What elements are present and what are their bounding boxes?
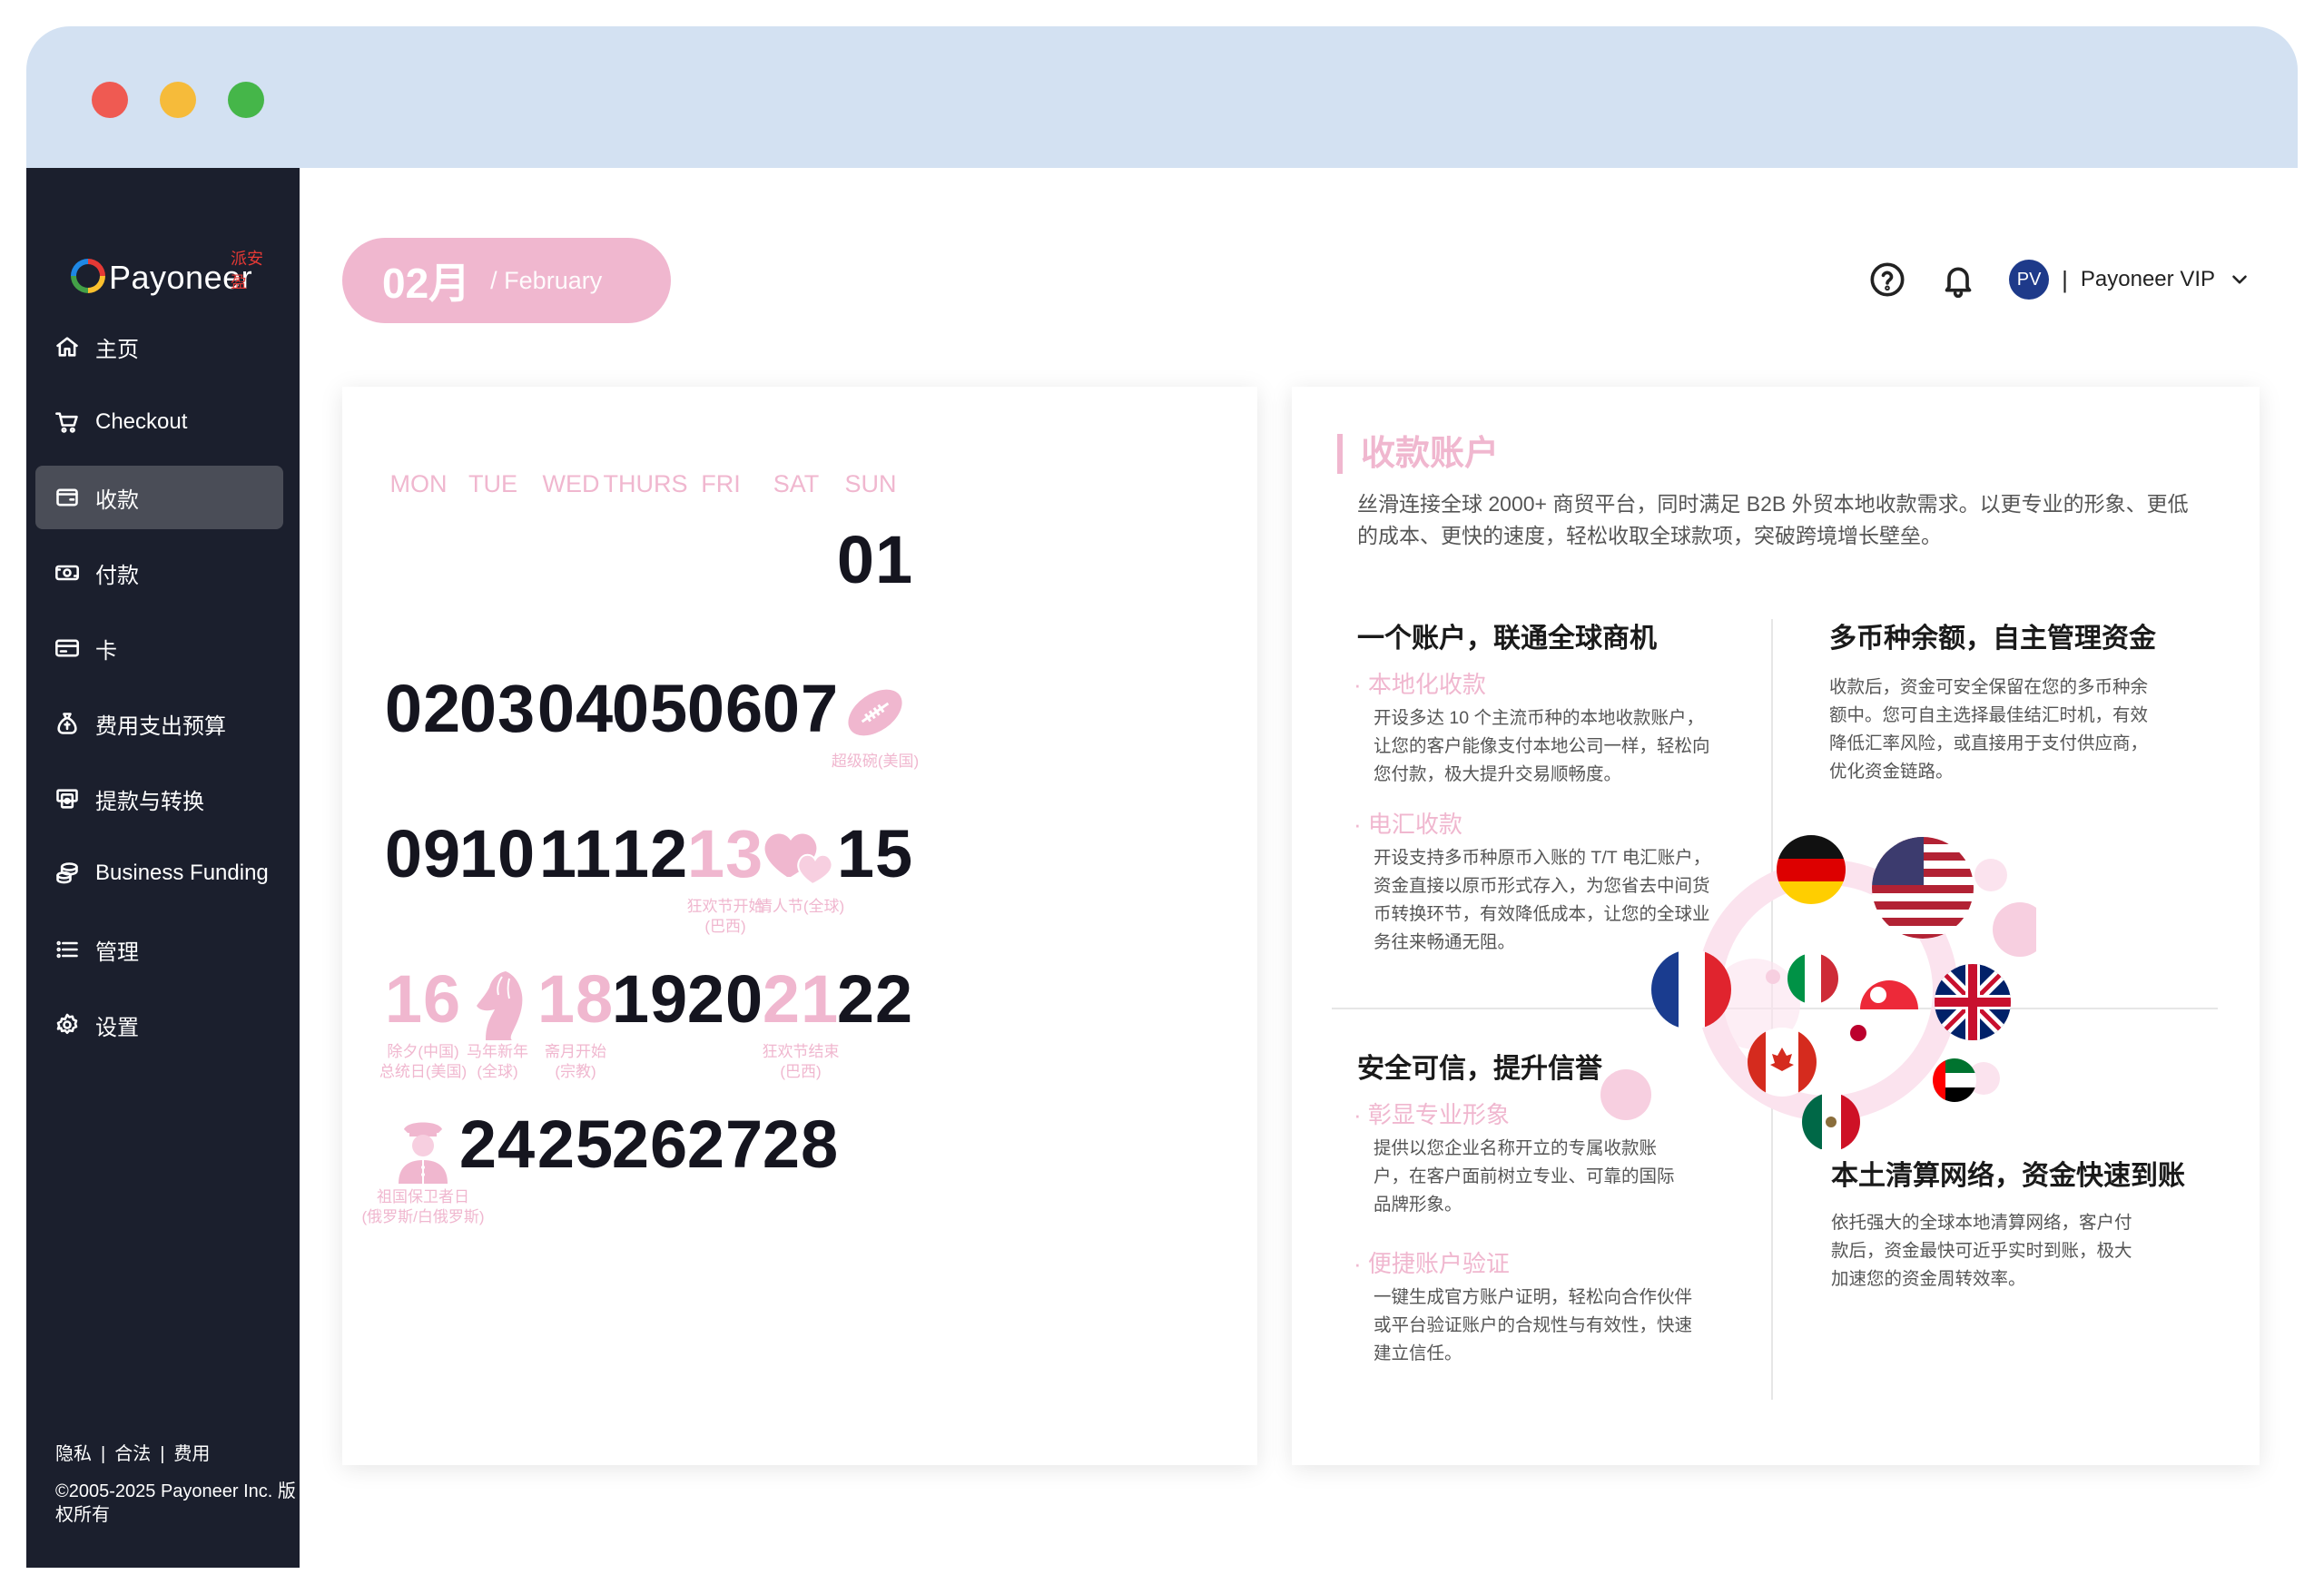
sidebar-item-label: Business Funding xyxy=(95,861,269,885)
month-english: / February xyxy=(490,266,603,294)
section-text: 开设多达 10 个主流币种的本地收款账户，让您的客户能像支付本地公司一样，轻松向… xyxy=(1374,708,1710,784)
italy-flag-icon xyxy=(1787,953,1838,1004)
fees-link[interactable]: 费用 xyxy=(173,1444,210,1464)
section-text: 收款后，资金可安全保留在您的多币种余额中。您可自主选择最佳结汇时机，有效降低汇率… xyxy=(1829,677,2149,782)
sidebar-item-label: 提款与转换 xyxy=(95,789,204,814)
sidebar-item-home[interactable]: 主页 xyxy=(35,315,283,379)
legal-link[interactable]: 合法 xyxy=(114,1444,151,1464)
payoneer-logo[interactable]: Payoneer 派安盈 xyxy=(71,250,271,304)
maximize-window-button[interactable] xyxy=(228,82,264,118)
wallet-icon xyxy=(52,482,83,513)
mexico-flag-icon xyxy=(1802,1093,1860,1149)
sidebar-item-label: 管理 xyxy=(95,940,139,965)
title-bar xyxy=(26,26,2298,168)
help-icon xyxy=(1870,262,1905,297)
section-subheading: 便捷账户验证 xyxy=(1354,1245,1510,1279)
user-name[interactable]: Payoneer VIP xyxy=(2081,267,2215,292)
sidebar-item-label: 主页 xyxy=(95,337,139,362)
month-badge: 02月 / February xyxy=(342,238,671,323)
privacy-link[interactable]: 隐私 xyxy=(55,1444,92,1464)
receiving-account-card: 收款账户 丝滑连接全球 2000+ 商贸平台，同时满足 B2B 外贸本地收款需求… xyxy=(1292,387,2260,1465)
sidebar-item-pay[interactable]: 付款 xyxy=(35,541,283,605)
calendar-day[interactable]: 15 xyxy=(816,815,934,892)
list-icon xyxy=(52,934,83,965)
section-heading: 本土清算网络，资金快速到账 xyxy=(1831,1161,2185,1191)
calendar-day[interactable]: 22 xyxy=(816,960,934,1038)
sidebar-item-settings[interactable]: 设置 xyxy=(35,993,283,1057)
section-heading: 安全可信，提升信誉 xyxy=(1357,1054,1602,1084)
canada-flag-icon xyxy=(1748,1028,1817,1097)
month-number: 02月 xyxy=(382,260,471,307)
uk-flag-icon xyxy=(1935,964,2011,1040)
link-separator: | xyxy=(101,1444,106,1464)
close-window-button[interactable] xyxy=(92,82,128,118)
logo-ring-icon xyxy=(71,259,105,293)
calendar-card: MON TUE WED THURS FRI SAT SUN 01 02 03 04 05 06 07 超级… xyxy=(342,387,1257,1465)
calendar-day[interactable]: 16 xyxy=(364,960,482,1038)
card-icon xyxy=(52,633,83,664)
sidebar-item-manage[interactable]: 管理 xyxy=(35,918,283,981)
avatar[interactable]: PV xyxy=(2009,260,2050,300)
pink-dot xyxy=(1600,1069,1651,1120)
uae-flag-icon xyxy=(1933,1058,1976,1102)
gear-icon xyxy=(52,1009,83,1040)
calendar-day[interactable]: 01 xyxy=(816,521,934,598)
link-separator: | xyxy=(160,1444,165,1464)
section-subheading: 本地化收款 xyxy=(1354,666,1486,700)
pink-dot xyxy=(1766,969,1780,984)
section-heading: 一个账户，联通全球商机 xyxy=(1357,624,1657,654)
sidebar-item-label: 付款 xyxy=(95,563,139,588)
holiday-note: 情人节(全球) xyxy=(756,898,845,915)
user-separator: | xyxy=(2062,265,2068,293)
holiday-note: 超级碗(美国) xyxy=(831,753,920,770)
sidebar-item-label: Checkout xyxy=(95,409,188,434)
sidebar-item-label: 设置 xyxy=(95,1015,139,1040)
minimize-window-button[interactable] xyxy=(160,82,196,118)
sidebar-item-withdraw[interactable]: 提款与转换 xyxy=(35,767,283,831)
sidebar-item-budget[interactable]: 费用支出预算 xyxy=(35,692,283,755)
section-text: 依托强大的全球本地清算网络，客户付款后，资金最快可近乎实时到账，极大加速您的资金… xyxy=(1831,1213,2132,1289)
info-description: 丝滑连接全球 2000+ 商贸平台，同时满足 B2B 外贸本地收款需求。以更专业… xyxy=(1357,492,2189,547)
calendar-day[interactable]: 28 xyxy=(742,1106,860,1183)
pink-dot xyxy=(1974,859,2007,891)
sidebar: Payoneer 派安盈 主页 Checkout 收款 付款 卡 费用支出预算 … xyxy=(26,168,300,1568)
germany-flag-icon xyxy=(1777,835,1846,904)
logo-tagline: 派安盈 xyxy=(231,250,263,291)
section-text: 一键生成官方账户证明，轻松向合作伙伴或平台验证账户的合规性与有效性，快速建立信任… xyxy=(1374,1287,1693,1363)
sidebar-item-business-funding[interactable]: Business Funding xyxy=(35,841,283,905)
sidebar-item-checkout[interactable]: Checkout xyxy=(35,390,283,454)
withdraw-icon xyxy=(52,783,83,814)
usa-flag-icon xyxy=(1872,837,1974,939)
section-heading: 多币种余额，自主管理资金 xyxy=(1829,624,2156,654)
weekday-label: SUN xyxy=(844,470,897,497)
help-button[interactable] xyxy=(1867,260,1907,300)
holiday-note: 狂欢节结束 (巴西) xyxy=(762,1043,840,1080)
sidebar-item-receive[interactable]: 收款 xyxy=(35,466,283,529)
section-subheading: 彰显专业形象 xyxy=(1354,1097,1510,1130)
notifications-button[interactable] xyxy=(1938,260,1978,300)
budget-icon xyxy=(52,708,83,739)
section-subheading: 电汇收款 xyxy=(1354,806,1462,840)
sidebar-item-label: 费用支出预算 xyxy=(95,713,226,739)
payment-icon xyxy=(52,557,83,588)
japan-flag-icon xyxy=(1838,1013,1878,1053)
sidebar-item-card[interactable]: 卡 xyxy=(35,616,283,680)
copyright-text: ©2005-2025 Payoneer Inc. 版权所有 xyxy=(55,1481,296,1525)
header-actions: PV | Payoneer VIP xyxy=(1867,252,2251,307)
bell-icon xyxy=(1945,267,1972,298)
holiday-note: 斋月开始 (宗教) xyxy=(545,1043,606,1080)
chevron-down-icon[interactable] xyxy=(2228,268,2251,291)
holiday-note: 祖国保卫者日 (俄罗斯/白俄罗斯) xyxy=(361,1188,485,1225)
funding-icon xyxy=(52,858,83,889)
world-flags-illustration xyxy=(1600,835,2036,1149)
sidebar-item-label: 收款 xyxy=(95,487,139,513)
info-title: 收款账户 xyxy=(1337,434,1499,474)
cart-icon xyxy=(52,407,83,438)
legal-links: 隐私 | 合法 | 费用 xyxy=(55,1439,210,1465)
sidebar-item-label: 卡 xyxy=(95,638,117,664)
home-icon xyxy=(52,331,83,362)
football-icon xyxy=(840,677,911,753)
pink-dot xyxy=(1993,902,2036,957)
